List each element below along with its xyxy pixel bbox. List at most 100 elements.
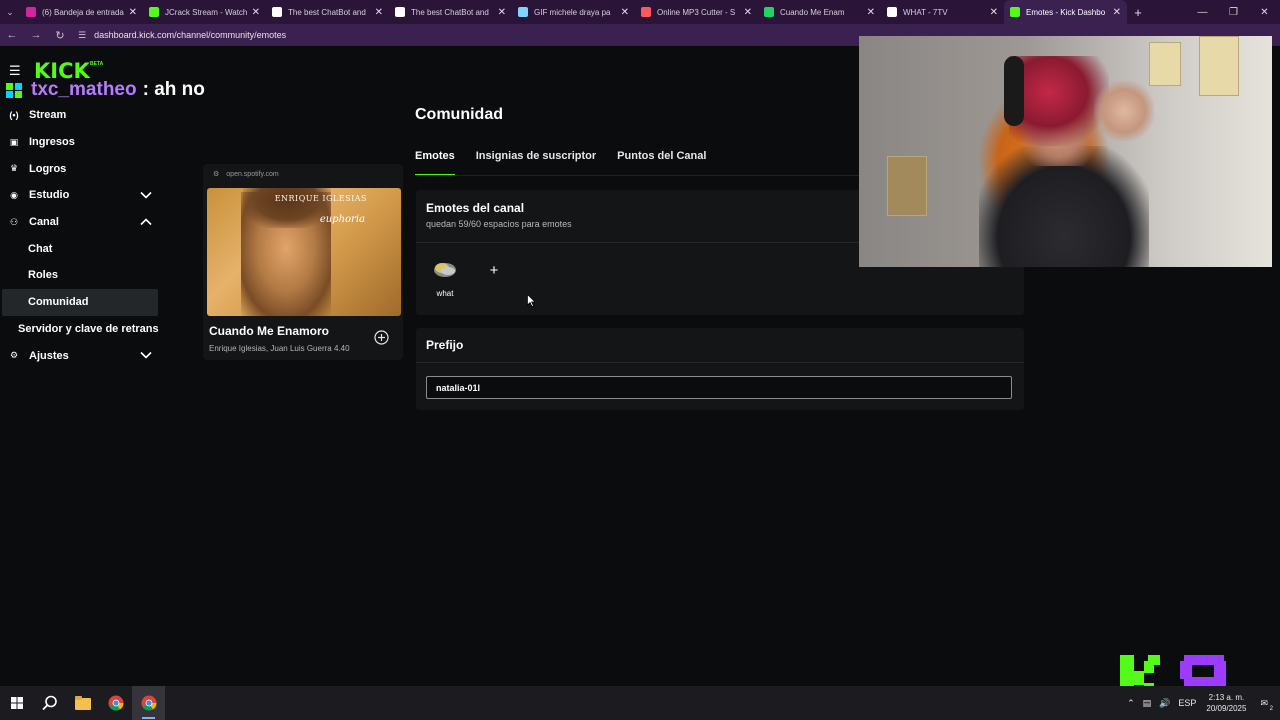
tab-search-icon[interactable]: ⌄: [0, 0, 20, 24]
new-tab-button[interactable]: +: [1127, 5, 1149, 20]
language-indicator[interactable]: ESP: [1178, 698, 1196, 708]
tab-close-icon[interactable]: ✕: [867, 7, 875, 18]
sidebar: (•) Stream ▣ Ingresos ♛ Logros ◉ Estudio ⚇ Canal C…: [0, 102, 160, 369]
url-field[interactable]: ☰ dashboard.kick.com/channel/community/e…: [78, 26, 838, 44]
minimize-icon[interactable]: —: [1187, 0, 1218, 24]
wall-poster: [1149, 42, 1181, 86]
sidebar-item-stream[interactable]: (•) Stream: [0, 102, 160, 129]
sidebar-item-estudio[interactable]: ◉ Estudio: [0, 182, 160, 209]
network-icon[interactable]: ▤: [1143, 698, 1152, 709]
song-title[interactable]: Cuando Me Enamoro: [209, 324, 329, 338]
tab-channel-points[interactable]: Puntos del Canal: [617, 150, 706, 176]
sidebar-item-canal[interactable]: ⚇ Canal: [0, 209, 160, 236]
site-info-icon[interactable]: ☰: [78, 30, 86, 41]
beta-badge: BETA: [90, 61, 104, 67]
sidebar-item-servidor[interactable]: Servidor y clave de retrans: [0, 316, 160, 343]
browser-tab[interactable]: Emotes - Kick Dashbo ✕: [1004, 0, 1127, 24]
start-button[interactable]: [0, 686, 33, 720]
tab-close-icon[interactable]: ✕: [375, 7, 383, 18]
hamburger-menu-icon[interactable]: ☰: [9, 64, 21, 77]
windows-icon: [10, 697, 23, 709]
clock-date: 20/09/2025: [1206, 704, 1247, 713]
sidebar-item-ingresos[interactable]: ▣ Ingresos: [0, 129, 160, 156]
song-artists[interactable]: Enrique Iglesias, Juan Luis Guerra 4.40: [209, 344, 350, 353]
chat-message: : ah no: [142, 79, 205, 100]
sidebar-item-chat[interactable]: Chat: [0, 235, 160, 262]
spotify-source-text: open.spotify.com: [226, 170, 279, 178]
tab-close-icon[interactable]: ✕: [252, 7, 260, 18]
tab-title: Cuando Me Enam: [780, 7, 845, 17]
tab-subscriber-badges[interactable]: Insignias de suscriptor: [476, 150, 596, 176]
chevron-up-icon[interactable]: [140, 217, 152, 227]
clock-time: 2:13 a. m.: [1208, 693, 1245, 702]
chat-username: txc_matheo: [31, 79, 137, 100]
prefix-input[interactable]: [426, 376, 1012, 399]
browser-tab[interactable]: The best ChatBot and ✕: [389, 0, 512, 24]
browser-tab[interactable]: GIF michele draya pa ✕: [512, 0, 635, 24]
browser-tab[interactable]: The best ChatBot and ✕: [266, 0, 389, 24]
screen: ⌄ (6) Bandeja de entrada ✕ JCrack Stream -…: [0, 0, 1280, 720]
tab-title: Emotes - Kick Dashbo: [1026, 7, 1106, 17]
spotify-card[interactable]: ⚙ open.spotify.com ENRIQUE IGLESIAS euph…: [203, 164, 403, 360]
search-button[interactable]: [33, 686, 66, 720]
notifications-icon[interactable]: ✉ 2: [1260, 698, 1273, 712]
file-explorer-button[interactable]: [66, 686, 99, 720]
album-cover[interactable]: ENRIQUE IGLESIAS euphoria: [207, 188, 401, 316]
tab-close-icon[interactable]: ✕: [498, 7, 506, 18]
browser-tab[interactable]: WHAT - 7TV ✕: [881, 0, 1004, 24]
clock[interactable]: 2:13 a. m. 20/09/2025: [1206, 692, 1246, 714]
tab-close-icon[interactable]: ✕: [129, 7, 137, 18]
wallet-icon: ▣: [9, 136, 19, 147]
tab-title: The best ChatBot and: [411, 7, 489, 17]
reload-icon[interactable]: ↻: [48, 29, 72, 42]
tab-emotes[interactable]: Emotes: [415, 150, 455, 176]
forward-icon[interactable]: →: [24, 29, 48, 41]
gear-icon: ⚙: [9, 350, 19, 361]
chevron-down-icon[interactable]: [140, 190, 152, 200]
sidebar-item-label: Comunidad: [28, 296, 89, 309]
volume-icon[interactable]: 🔊: [1159, 698, 1170, 709]
chrome-icon: [108, 695, 124, 711]
window-controls: — ❐ ✕: [1187, 0, 1280, 24]
emote-thumbnail: [434, 263, 456, 277]
tab-favicon-icon: [395, 7, 405, 17]
browser-tab[interactable]: Online MP3 Cutter - S ✕: [635, 0, 758, 24]
community-tabs: Emotes Insignias de suscriptor Puntos de…: [415, 150, 727, 176]
album-name: euphoria: [319, 214, 365, 225]
sidebar-item-label: Stream: [29, 109, 67, 122]
tab-favicon-icon: [641, 7, 651, 17]
back-icon[interactable]: ←: [0, 29, 24, 41]
browser-tab-strip: ⌄ (6) Bandeja de entrada ✕ JCrack Stream -…: [0, 0, 1280, 24]
sidebar-item-comunidad[interactable]: Comunidad: [2, 288, 158, 316]
tab-title: GIF michele draya pa: [534, 7, 611, 17]
browser-tab[interactable]: JCrack Stream - Watch ✕: [143, 0, 266, 24]
chevron-down-icon[interactable]: [140, 350, 152, 360]
close-window-icon[interactable]: ✕: [1249, 0, 1280, 24]
webcam-overlay: [859, 36, 1272, 267]
tab-title: The best ChatBot and: [288, 7, 366, 17]
tab-close-icon[interactable]: ✕: [1113, 7, 1121, 18]
tab-favicon-icon: [764, 7, 774, 17]
chat-badge-icon: [6, 83, 22, 98]
chrome-profile-button[interactable]: [132, 686, 165, 720]
sidebar-item-logros[interactable]: ♛ Logros: [0, 155, 160, 182]
sidebar-item-label: Servidor y clave de retrans: [18, 322, 159, 335]
emotes-panel-title: Emotes del canal: [426, 201, 525, 215]
chrome-button[interactable]: [99, 686, 132, 720]
restore-icon[interactable]: ❐: [1218, 0, 1249, 24]
chevron-up-icon[interactable]: ⌃: [1127, 698, 1135, 709]
url-text: dashboard.kick.com/channel/community/emo…: [94, 30, 287, 40]
tab-close-icon[interactable]: ✕: [744, 7, 752, 18]
sidebar-item-label: Estudio: [29, 189, 70, 202]
sidebar-item-ajustes[interactable]: ⚙ Ajustes: [0, 342, 160, 369]
studio-icon: ◉: [10, 189, 18, 200]
add-emote-button[interactable]: +: [480, 256, 508, 284]
notification-count: 2: [1269, 705, 1273, 712]
emote-item[interactable]: what: [428, 256, 462, 302]
sidebar-item-roles[interactable]: Roles: [0, 262, 160, 289]
add-circle-icon[interactable]: [374, 330, 389, 345]
browser-tab[interactable]: (6) Bandeja de entrada ✕: [20, 0, 143, 24]
tab-close-icon[interactable]: ✕: [621, 7, 629, 18]
browser-tab[interactable]: Cuando Me Enam ✕: [758, 0, 881, 24]
tab-close-icon[interactable]: ✕: [990, 7, 998, 18]
